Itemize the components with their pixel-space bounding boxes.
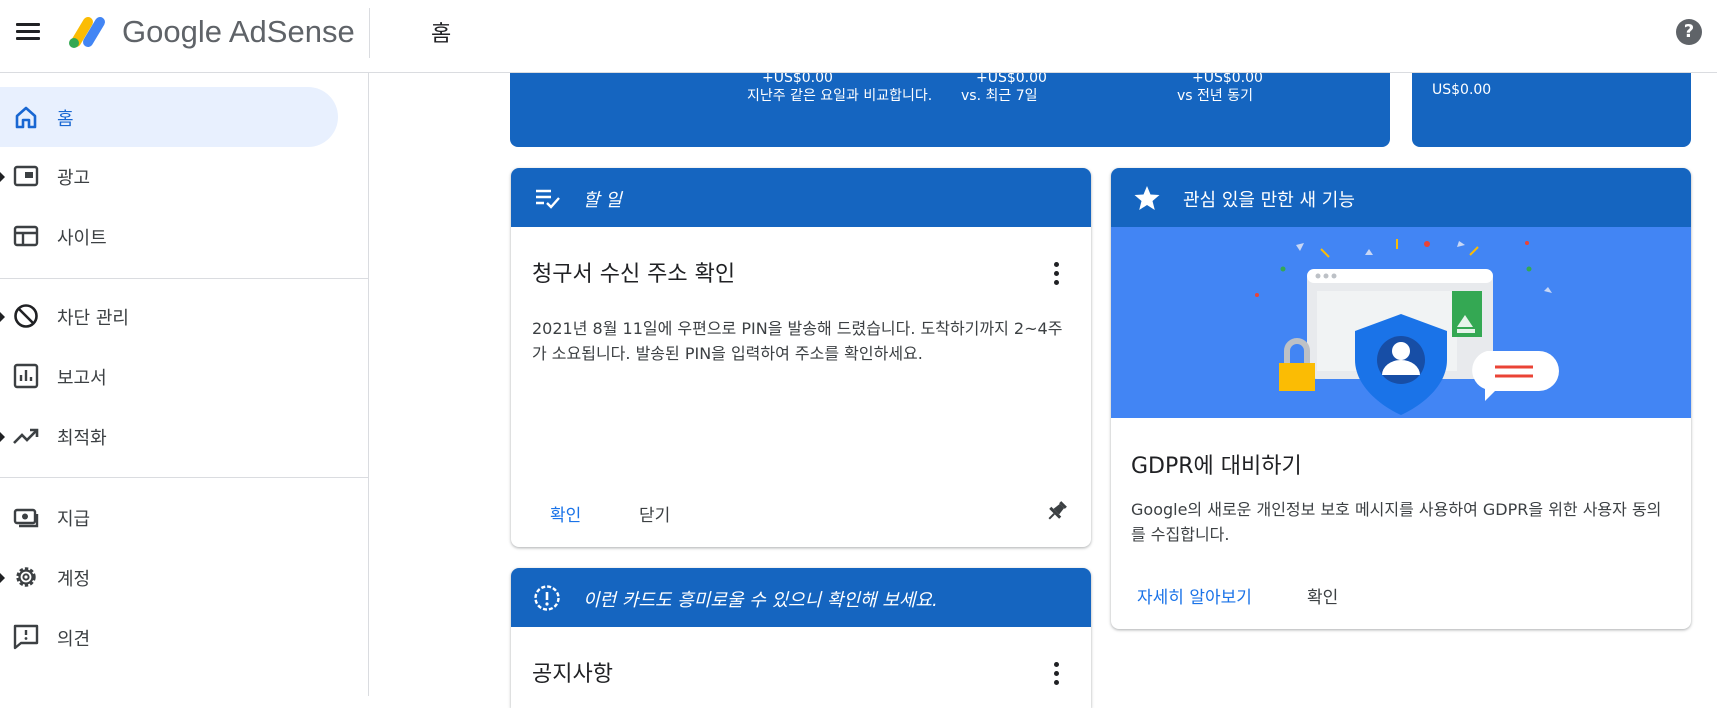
sidebar-item-label: 광고 (57, 168, 91, 189)
balance-card: US$0.00 (1412, 73, 1691, 147)
ads-icon (13, 165, 39, 187)
sidebar-item-reports[interactable]: 보고서 (0, 346, 338, 406)
card-header-title: 관심 있을 만한 새 기능 (1183, 190, 1355, 211)
top-app-bar: Google AdSense 홈 ? (0, 0, 1717, 73)
sidebar-item-label: 지급 (57, 509, 91, 530)
sidebar-item-label: 보고서 (57, 368, 107, 389)
gear-icon (16, 567, 36, 587)
confirm-button[interactable]: 확인 (1307, 583, 1338, 608)
sidebar-item-label: 차단 관리 (57, 308, 129, 329)
alert-badge-icon (534, 585, 560, 611)
card-header: 이런 카드도 흥미로울 수 있으니 확인해 보세요. (511, 568, 1091, 627)
sidebar-item-label: 최적화 (57, 428, 107, 449)
sidebar-item-optimization[interactable]: 최적화 (0, 406, 338, 466)
gdpr-illustration (1111, 227, 1691, 418)
confirm-button[interactable]: 확인 (550, 501, 581, 526)
reports-icon (13, 363, 39, 389)
expand-arrow-icon (0, 312, 5, 322)
sidebar-divider (0, 477, 369, 478)
card-title: GDPR에 대비하기 (1131, 454, 1302, 479)
trending-up-icon (13, 428, 39, 444)
sidebar-item-label: 의견 (57, 629, 91, 650)
block-icon (14, 304, 38, 328)
home-icon (15, 106, 37, 129)
balance-value: US$0.00 (1432, 82, 1492, 98)
new-feature-card: 관심 있을 만한 새 기능 GDPR에 대비하기 Google의 새로운 개인정… (1111, 168, 1691, 629)
sidebar-item-label: 사이트 (57, 228, 107, 249)
sidebar-item-feedback[interactable]: 의견 (0, 607, 338, 667)
sidebar-item-ads[interactable]: 광고 (0, 146, 338, 206)
earnings-summary-card: +US$0.00 지난주 같은 요일과 비교합니다. +US$0.00 vs. … (510, 70, 1390, 147)
close-button[interactable]: 닫기 (639, 501, 670, 526)
card-body-text: Google의 새로운 개인정보 보호 메시지를 사용하여 GDPR을 위한 사… (1131, 500, 1662, 544)
pin-icon[interactable] (1044, 498, 1070, 524)
learn-more-button[interactable]: 자세히 알아보기 (1137, 583, 1252, 608)
sidebar-item-blocking[interactable]: 차단 관리 (0, 286, 338, 346)
help-circle-icon[interactable]: ? (1676, 19, 1702, 45)
sidebar-item-account[interactable]: 계정 (0, 547, 338, 607)
card-header-title: 할 일 (583, 190, 622, 211)
app-logo-text: Google AdSense (122, 14, 355, 49)
sites-icon (13, 225, 39, 247)
sidebar-nav: 홈 광고 사이트 차단 관리 보고서 최적화 지급 계정 의견 (0, 73, 369, 696)
sidebar-item-label: 홈 (57, 109, 74, 130)
earnings-delta-caption: vs. 최근 7일 (961, 88, 1038, 104)
card-header: 관심 있을 만한 새 기능 (1111, 168, 1691, 227)
checklist-icon (536, 189, 560, 209)
earnings-delta-caption: vs 전년 동기 (1177, 88, 1253, 104)
card-header-title: 이런 카드도 흥미로울 수 있으니 확인해 보세요. (583, 590, 938, 611)
sidebar-item-payments[interactable]: 지급 (0, 487, 338, 547)
card-body-text: 2021년 8월 11일에 우편으로 PIN을 발송해 드렸습니다. 도착하기까… (532, 319, 1063, 363)
star-icon (1134, 186, 1160, 210)
todo-card: 할 일 청구서 수신 주소 확인 2021년 8월 11일에 우편으로 PIN을… (511, 168, 1091, 547)
header-divider (369, 8, 370, 58)
sidebar-divider (0, 278, 369, 279)
more-vert-icon[interactable] (1051, 662, 1061, 688)
page-title: 홈 (431, 22, 452, 47)
feedback-icon (13, 624, 39, 650)
sidebar-item-home[interactable]: 홈 (0, 87, 338, 147)
sidebar-item-sites[interactable]: 사이트 (0, 206, 338, 266)
earnings-delta-caption: 지난주 같은 요일과 비교합니다. (747, 88, 933, 104)
more-vert-icon[interactable] (1051, 262, 1061, 288)
expand-arrow-icon (0, 432, 5, 442)
adsense-logo-icon (69, 17, 105, 48)
payments-icon (13, 508, 39, 528)
expand-arrow-icon (0, 573, 5, 583)
hamburger-menu-icon[interactable] (14, 20, 42, 48)
suggestion-card: 이런 카드도 흥미로울 수 있으니 확인해 보세요. 공지사항 (511, 568, 1091, 708)
card-title: 청구서 수신 주소 확인 (532, 262, 736, 287)
sidebar-item-label: 계정 (57, 569, 91, 590)
expand-arrow-icon (0, 172, 5, 182)
card-title: 공지사항 (532, 662, 613, 687)
card-header: 할 일 (511, 168, 1091, 227)
